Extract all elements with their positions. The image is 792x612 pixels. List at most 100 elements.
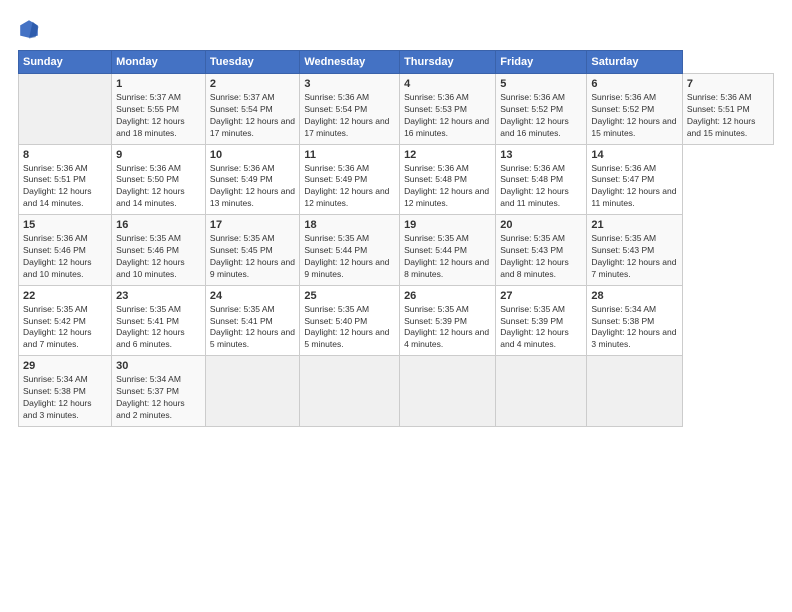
day-info: Sunrise: 5:37 AMSunset: 5:55 PMDaylight:… [116,92,185,138]
day-number: 21 [591,219,677,231]
day-info: Sunrise: 5:35 AMSunset: 5:45 PMDaylight:… [210,233,295,279]
day-number: 5 [500,78,582,90]
table-row: 2 Sunrise: 5:37 AMSunset: 5:54 PMDaylight… [205,74,299,145]
table-row: 12Sunrise: 5:36 AMSunset: 5:48 PMDayligh… [400,144,496,215]
table-row: 15 Sunrise: 5:36 AMSunset: 5:46 PMDayligh… [19,215,112,286]
day-number: 28 [591,290,677,302]
col-header-tuesday: Tuesday [205,51,299,74]
table-row: 23 Sunrise: 5:35 AMSunset: 5:41 PMDayligh… [112,285,206,356]
table-row: 19 Sunrise: 5:35 AMSunset: 5:44 PMDayligh… [400,215,496,286]
page: SundayMondayTuesdayWednesdayThursdayFrid… [0,0,792,612]
table-row: 24 Sunrise: 5:35 AMSunset: 5:41 PMDayligh… [205,285,299,356]
table-row: 29 Sunrise: 5:34 AMSunset: 5:38 PMDayligh… [19,356,112,427]
day-info: Sunrise: 5:34 AMSunset: 5:38 PMDaylight:… [591,304,676,350]
day-info: Sunrise: 5:36 AMSunset: 5:54 PMDaylight:… [304,92,389,138]
day-info: Sunrise: 5:36 AMSunset: 5:53 PMDaylight:… [404,92,489,138]
table-row: 4 Sunrise: 5:36 AMSunset: 5:53 PMDaylight… [400,74,496,145]
day-info: Sunrise: 5:35 AMSunset: 5:41 PMDaylight:… [116,304,185,350]
day-info: Sunrise: 5:36 AMSunset: 5:52 PMDaylight:… [591,92,676,138]
day-info: Sunrise: 5:36 AMSunset: 5:48 PMDaylight:… [500,163,569,209]
day-number: 23 [116,290,201,302]
day-info: Sunrise: 5:36 AMSunset: 5:46 PMDaylight:… [23,233,92,279]
day-info: Sunrise: 5:36 AMSunset: 5:52 PMDaylight:… [500,92,569,138]
day-number: 27 [500,290,582,302]
col-header-wednesday: Wednesday [300,51,400,74]
table-row: 3Sunrise: 5:36 AMSunset: 5:54 PMDaylight… [300,74,400,145]
table-row: 14 Sunrise: 5:36 AMSunset: 5:47 PMDayligh… [587,144,682,215]
day-number: 22 [23,290,107,302]
table-row [587,356,682,427]
day-number: 7 [687,78,769,90]
week-row-4: 22 Sunrise: 5:35 AMSunset: 5:42 PMDayligh… [19,285,774,356]
day-info: Sunrise: 5:35 AMSunset: 5:42 PMDaylight:… [23,304,92,350]
day-info: Sunrise: 5:36 AMSunset: 5:48 PMDaylight:… [404,163,489,209]
day-info: Sunrise: 5:35 AMSunset: 5:39 PMDaylight:… [404,304,489,350]
day-info: Sunrise: 5:36 AMSunset: 5:49 PMDaylight:… [304,163,389,209]
day-number: 19 [404,219,491,231]
day-number: 25 [304,290,395,302]
week-row-3: 15 Sunrise: 5:36 AMSunset: 5:46 PMDayligh… [19,215,774,286]
day-number: 2 [210,78,295,90]
table-row: 28 Sunrise: 5:34 AMSunset: 5:38 PMDayligh… [587,285,682,356]
day-number: 16 [116,219,201,231]
col-header-thursday: Thursday [400,51,496,74]
day-number: 13 [500,149,582,161]
table-row [400,356,496,427]
calendar-table: SundayMondayTuesdayWednesdayThursdayFrid… [18,50,774,427]
col-header-sunday: Sunday [19,51,112,74]
day-info: Sunrise: 5:35 AMSunset: 5:41 PMDaylight:… [210,304,295,350]
table-row [496,356,587,427]
table-row: 6 Sunrise: 5:36 AMSunset: 5:52 PMDaylight… [587,74,682,145]
day-info: Sunrise: 5:35 AMSunset: 5:44 PMDaylight:… [404,233,489,279]
day-info: Sunrise: 5:35 AMSunset: 5:40 PMDaylight:… [304,304,389,350]
table-row: 5 Sunrise: 5:36 AMSunset: 5:52 PMDaylight… [496,74,587,145]
table-row [205,356,299,427]
day-number: 6 [591,78,677,90]
table-row: 9Sunrise: 5:36 AMSunset: 5:50 PMDaylight… [112,144,206,215]
day-info: Sunrise: 5:35 AMSunset: 5:43 PMDaylight:… [500,233,569,279]
day-info: Sunrise: 5:35 AMSunset: 5:43 PMDaylight:… [591,233,676,279]
day-number: 26 [404,290,491,302]
day-number: 9 [116,149,201,161]
table-row: 10Sunrise: 5:36 AMSunset: 5:49 PMDayligh… [205,144,299,215]
day-info: Sunrise: 5:36 AMSunset: 5:49 PMDaylight:… [210,163,295,209]
day-number: 30 [116,360,201,372]
day-info: Sunrise: 5:36 AMSunset: 5:47 PMDaylight:… [591,163,676,209]
week-row-1: 1 Sunrise: 5:37 AMSunset: 5:55 PMDaylight… [19,74,774,145]
day-info: Sunrise: 5:35 AMSunset: 5:46 PMDaylight:… [116,233,185,279]
table-row [300,356,400,427]
table-row: 25 Sunrise: 5:35 AMSunset: 5:40 PMDayligh… [300,285,400,356]
day-number: 24 [210,290,295,302]
table-row: 16 Sunrise: 5:35 AMSunset: 5:46 PMDayligh… [112,215,206,286]
week-row-2: 8 Sunrise: 5:36 AMSunset: 5:51 PMDaylight… [19,144,774,215]
day-number: 14 [591,149,677,161]
header [18,18,774,40]
header-row: SundayMondayTuesdayWednesdayThursdayFrid… [19,51,774,74]
table-row: 21 Sunrise: 5:35 AMSunset: 5:43 PMDayligh… [587,215,682,286]
empty-cell [19,74,112,145]
table-row: 26 Sunrise: 5:35 AMSunset: 5:39 PMDayligh… [400,285,496,356]
day-info: Sunrise: 5:36 AMSunset: 5:51 PMDaylight:… [687,92,756,138]
table-row: 30Sunrise: 5:34 AMSunset: 5:37 PMDayligh… [112,356,206,427]
table-row: 11Sunrise: 5:36 AMSunset: 5:49 PMDayligh… [300,144,400,215]
day-info: Sunrise: 5:37 AMSunset: 5:54 PMDaylight:… [210,92,295,138]
col-header-friday: Friday [496,51,587,74]
day-number: 8 [23,149,107,161]
day-number: 1 [116,78,201,90]
table-row: 13 Sunrise: 5:36 AMSunset: 5:48 PMDayligh… [496,144,587,215]
table-row: 18Sunrise: 5:35 AMSunset: 5:44 PMDayligh… [300,215,400,286]
day-number: 29 [23,360,107,372]
day-number: 4 [404,78,491,90]
logo [18,18,44,40]
day-info: Sunrise: 5:34 AMSunset: 5:38 PMDaylight:… [23,374,92,420]
col-header-saturday: Saturday [587,51,682,74]
day-number: 17 [210,219,295,231]
day-number: 15 [23,219,107,231]
table-row: 1 Sunrise: 5:37 AMSunset: 5:55 PMDaylight… [112,74,206,145]
table-row: 20Sunrise: 5:35 AMSunset: 5:43 PMDayligh… [496,215,587,286]
day-info: Sunrise: 5:35 AMSunset: 5:39 PMDaylight:… [500,304,569,350]
table-row: 17 Sunrise: 5:35 AMSunset: 5:45 PMDayligh… [205,215,299,286]
table-row: 22 Sunrise: 5:35 AMSunset: 5:42 PMDayligh… [19,285,112,356]
day-info: Sunrise: 5:36 AMSunset: 5:51 PMDaylight:… [23,163,92,209]
week-row-5: 29 Sunrise: 5:34 AMSunset: 5:38 PMDayligh… [19,356,774,427]
